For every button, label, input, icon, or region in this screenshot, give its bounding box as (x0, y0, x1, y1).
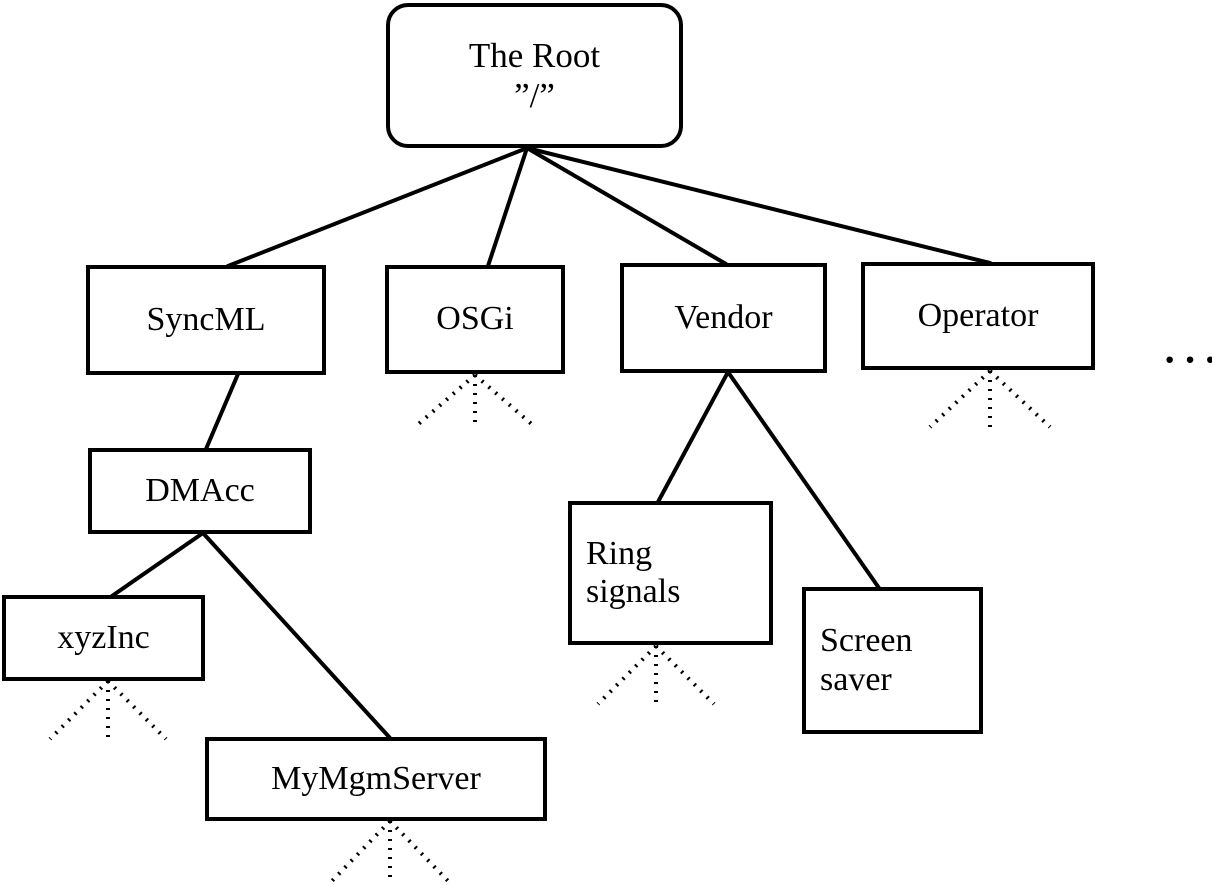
node-ringsignals: Ring signals (568, 501, 773, 645)
node-vendor: Vendor (620, 263, 827, 373)
edge-vendor-to-ringsignals (656, 370, 730, 504)
node-label-operator: Operator (917, 296, 1039, 334)
dotted-edge-mymgmserver-2 (388, 819, 452, 885)
dotted-edge-ringsignals-2 (654, 644, 716, 706)
node-label-vendor: Vendor (674, 298, 773, 336)
edge-root-to-osgi (486, 146, 529, 268)
edge-root-to-vendor (525, 146, 728, 266)
edge-dmacc-to-mymgmserver (201, 531, 392, 740)
dotted-edge-ringsignals-0 (596, 644, 658, 706)
node-osgi: OSGi (385, 265, 565, 374)
dotted-edge-osgi-0 (413, 373, 477, 429)
dotted-edge-xyzinc-2 (106, 679, 168, 741)
node-dmacc: DMAcc (88, 448, 312, 534)
tree-diagram: The Root ”/” SyncML OSGi Vendor Operator DMAc… (0, 0, 1212, 885)
dotted-edge-operator-0 (928, 369, 992, 429)
continuation-ellipsis: ···· (1163, 337, 1212, 382)
node-xyzinc: xyzInc (2, 595, 205, 681)
node-label-mymgmserver: MyMgmServer (271, 759, 481, 797)
edge-root-to-syncml (226, 146, 529, 268)
dotted-edge-osgi-2 (473, 373, 537, 429)
node-syncml: SyncML (86, 265, 326, 375)
dotted-edge-operator-2 (988, 369, 1052, 429)
node-label-screensaver: Screen saver (820, 622, 913, 698)
node-mymgmserver: MyMgmServer (205, 737, 547, 821)
node-label-root: The Root ”/” (468, 36, 601, 115)
node-screensaver: Screen saver (802, 587, 983, 734)
edge-root-to-operator (525, 146, 992, 265)
node-label-syncml: SyncML (146, 300, 266, 338)
node-root: The Root ”/” (386, 3, 683, 148)
node-operator: Operator (861, 262, 1095, 370)
edge-dmacc-to-xyzinc (110, 531, 205, 598)
node-label-osgi: OSGi (436, 300, 514, 338)
node-label-dmacc: DMAcc (145, 471, 255, 509)
node-label-ringsignals: Ring signals (586, 534, 681, 610)
edge-syncml-to-dmacc (204, 372, 240, 451)
dotted-edge-xyzinc-0 (48, 679, 110, 741)
node-label-xyzinc: xyzInc (57, 618, 150, 656)
dotted-edge-mymgmserver-0 (328, 819, 392, 885)
